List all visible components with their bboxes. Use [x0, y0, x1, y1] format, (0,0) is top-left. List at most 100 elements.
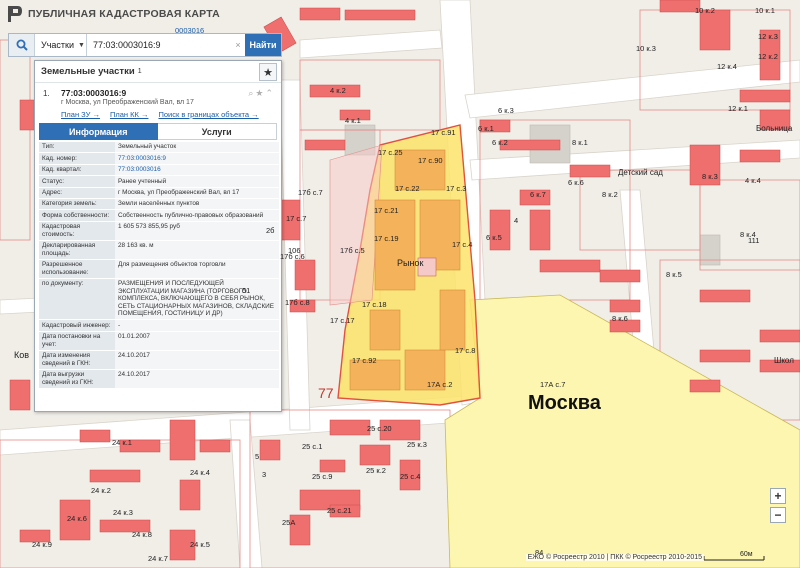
house-number-label: 17б с.8: [285, 298, 310, 307]
info-key: Статус:: [39, 175, 115, 188]
info-key: Кадастровый инженер:: [39, 319, 115, 332]
info-row: Разрешенное использование: Для размещения…: [39, 259, 279, 279]
house-number-label: 10 к.1: [755, 6, 775, 15]
market-label: Рынок: [397, 258, 424, 268]
house-number-label: 6 к.7: [530, 190, 546, 199]
info-key: Кад. квартал:: [39, 164, 115, 177]
panel-title: Земельные участки: [41, 66, 135, 77]
info-key: по документу:: [39, 278, 115, 321]
house-number-label: 17 с.92: [352, 356, 377, 365]
info-row: Дата изменения сведений в ГКН: 24.10.2017: [39, 350, 279, 370]
house-number-label: 10 к.2: [695, 6, 715, 15]
clear-icon[interactable]: ×: [231, 34, 245, 56]
house-number-label: 4 к.1: [345, 116, 361, 125]
house-number-label: 8 к.5: [666, 270, 682, 279]
info-key: Форма собственности:: [39, 209, 115, 222]
house-number-label: 17 с.90: [418, 156, 443, 165]
house-number-label: 2б: [266, 226, 275, 235]
info-row: Тип: Земельный участок: [39, 142, 279, 154]
info-key: Дата изменения сведений в ГКН:: [39, 350, 115, 370]
info-value: Собственность публично-правовых образова…: [115, 209, 279, 222]
result-item[interactable]: 1. 77:03:0003016:9 г Москва, ул Преображ…: [35, 83, 281, 119]
house-number-label: 111: [748, 236, 760, 245]
collapse-icon[interactable]: ⌃: [265, 88, 273, 99]
house-number-label: 17 с.25: [378, 148, 403, 157]
info-row: Декларированная площадь: 28 163 кв. м: [39, 240, 279, 260]
house-number-label: 6 к.6: [568, 178, 584, 187]
info-row: по документу: РАЗМЕЩЕНИЯ И ПОСЛЕДУЮЩЕЙ ЭК…: [39, 278, 279, 321]
house-number-label: 17 с.4: [452, 240, 473, 249]
panel-header: Земельные участки 1 ★: [35, 61, 281, 83]
house-number-label: 25 с.4: [400, 472, 421, 481]
star-icon[interactable]: ★: [259, 63, 277, 81]
result-number: 1.: [43, 89, 50, 98]
info-value: Земли населённых пунктов: [115, 198, 279, 211]
info-value: г Москва, ул Преображенский Вал, вл 17: [115, 187, 279, 199]
house-number-label: 17б с.5: [340, 246, 365, 255]
info-value[interactable]: 77:03:0003016:9: [115, 152, 279, 165]
house-number-label: 25 к.3: [407, 440, 427, 449]
house-number-label: 25 к.2: [366, 466, 386, 475]
house-number-label: 17 с.18: [362, 300, 387, 309]
search-icon[interactable]: [9, 34, 35, 56]
zoom-out-button[interactable]: −: [770, 507, 786, 523]
info-row: Дата выгрузки сведений из ГКН: 24.10.2017: [39, 369, 279, 389]
info-value[interactable]: 77:03:0003016: [115, 164, 279, 177]
find-button[interactable]: Найти: [245, 34, 281, 56]
tab-services[interactable]: Услуги: [157, 123, 277, 140]
house-number-label: 17 с.91: [431, 128, 456, 137]
city-label: Москва: [528, 392, 601, 414]
info-key: Кад. номер:: [39, 152, 115, 165]
search-input[interactable]: [87, 34, 231, 56]
result-cadastral-id[interactable]: 77:03:0003016:9: [61, 88, 277, 98]
kindergarten-label: Детский сад: [618, 168, 663, 177]
house-number-label: 17 с.17: [330, 316, 355, 325]
info-key: Категория земель:: [39, 198, 115, 211]
house-number-label: 17А с.2: [427, 380, 453, 389]
house-number-label: 25 с.1: [302, 442, 323, 451]
category-select-value: Участки: [41, 40, 74, 50]
plan-zu-link[interactable]: План ЗУ →: [61, 110, 100, 119]
house-number-label: 4 к.4: [745, 176, 761, 185]
house-number-label: 24 к.4: [190, 468, 210, 477]
info-table: Тип: Земельный участок Кад. номер: 77:03:00…: [39, 142, 279, 389]
house-number-label: 8 к.6: [612, 314, 628, 323]
house-number-label: 8 к.3: [702, 172, 718, 181]
house-number-label: 17А с.7: [540, 380, 566, 389]
info-key: Кадастровая стоимость:: [39, 221, 115, 241]
zoom-control: + −: [770, 488, 786, 526]
school-label: Школ: [774, 356, 794, 365]
house-number-label: 12 к.1: [728, 104, 748, 113]
info-value: 28 163 кв. м: [115, 240, 279, 260]
house-number-label: 12 к.2: [758, 52, 778, 61]
search-in-bounds-link[interactable]: Поиск в границах объекта →: [158, 110, 258, 119]
results-panel: Земельные участки 1 ★ 1. 77:03:0003016:9…: [34, 60, 282, 412]
house-number-label: 24 к.5: [190, 540, 210, 549]
scale-label: 60м: [740, 551, 753, 558]
house-number-label: 25 с.21: [327, 506, 352, 515]
plan-kk-link[interactable]: План КК →: [110, 110, 149, 119]
zoom-to-icon[interactable]: ⌕: [248, 88, 253, 99]
app-header: ПУБЛИЧНАЯ КАДАСТРОВАЯ КАРТА: [0, 0, 290, 28]
info-value: РАЗМЕЩЕНИЯ И ПОСЛЕДУЮЩЕЙ ЭКСПЛУАТАЦИИ МА…: [115, 278, 279, 321]
street-fragment-label: Ков: [14, 350, 30, 360]
favorite-star-icon[interactable]: ★: [255, 88, 263, 99]
pkk-logo-icon: [8, 6, 22, 22]
info-row: Статус: Ранее учтенный: [39, 175, 279, 188]
info-row: Кад. квартал: 77:03:0003016: [39, 164, 279, 177]
house-number-label: 12 к.3: [758, 32, 778, 41]
copyright-footer: ЕЖО © Росреестр 2010 | ПКК © Росреестр 2…: [525, 554, 704, 561]
house-number-label: 24 к.8: [132, 530, 152, 539]
category-select[interactable]: Участки ▼: [35, 34, 87, 56]
house-number-label: 24 к.2: [91, 486, 111, 495]
house-number-label: 106: [288, 246, 301, 255]
house-number-label: 17 с.21: [374, 206, 399, 215]
result-actions: ⌕ ★ ⌃: [248, 88, 273, 99]
tab-info[interactable]: Информация: [39, 123, 158, 140]
house-number-label: 25А: [282, 518, 296, 527]
house-number-label: 25 с.9: [312, 472, 333, 481]
house-number-label: 4 к.2: [330, 86, 346, 95]
chevron-down-icon: ▼: [78, 41, 85, 49]
house-number-label: 8 к.1: [572, 138, 588, 147]
zoom-in-button[interactable]: +: [770, 488, 786, 504]
